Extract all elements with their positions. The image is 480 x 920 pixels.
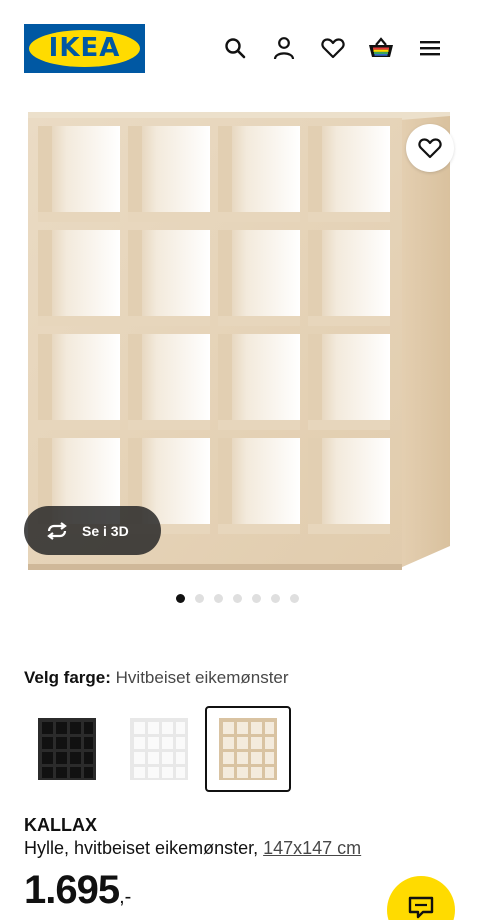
pagination-dot[interactable] (252, 594, 261, 603)
view-in-3d-label: Se i 3D (82, 522, 129, 539)
shelf-cell-floor (38, 316, 120, 326)
heart-icon[interactable] (317, 32, 349, 64)
view-in-3d-button[interactable]: Se i 3D (24, 506, 161, 555)
shelf-cell-floor (38, 420, 120, 430)
shelf-cell-floor (128, 316, 210, 326)
shelf-cell-wall (218, 438, 232, 534)
rotate-3d-icon (47, 521, 67, 540)
shelf-cell-wall (38, 230, 52, 326)
shelf-cell-floor (128, 420, 210, 430)
ikea-logo[interactable]: IKEA (24, 24, 145, 73)
product-description: Hylle, hvitbeiset eikemønster, 147x147 c… (24, 838, 361, 859)
shelf-cell-wall (308, 230, 322, 326)
product-price: 1.695,- (24, 868, 131, 913)
pagination-dot[interactable] (195, 594, 204, 603)
shelf-cell-wall (128, 230, 142, 326)
color-label: Velg farge: (24, 668, 111, 687)
shelf-cell-wall (38, 126, 52, 222)
pagination-dot[interactable] (214, 594, 223, 603)
chat-icon (408, 896, 434, 919)
add-to-favorites-button[interactable] (406, 124, 454, 172)
color-selector-label: Velg farge: Hvitbeiset eikemønster (24, 668, 289, 688)
shelf-cell-wall (38, 334, 52, 430)
pagination-dot[interactable] (271, 594, 280, 603)
user-icon[interactable] (268, 32, 300, 64)
header: IKEA (0, 0, 480, 96)
product-type: Hylle, hvitbeiset eikemønster, (24, 838, 259, 858)
shelf-cell-floor (308, 524, 390, 534)
shelf-cell-wall (308, 126, 322, 222)
basket-icon[interactable] (365, 32, 397, 64)
pagination-dot[interactable] (290, 594, 299, 603)
shelf-cell-floor (128, 212, 210, 222)
shelf-cell-floor (218, 316, 300, 326)
pagination-dot[interactable] (233, 594, 242, 603)
product-gallery[interactable]: Se i 3D (0, 96, 480, 586)
color-value: Hvitbeiset eikemønster (115, 668, 289, 687)
shelf-cell-wall (128, 334, 142, 430)
price-main: 1.695 (24, 868, 120, 912)
pagination-dot[interactable] (176, 594, 185, 603)
shelf-cell-wall (128, 126, 142, 222)
gallery-pagination (176, 594, 299, 604)
swatch-white-stained-oak[interactable] (205, 706, 291, 792)
shelf-cell-floor (38, 212, 120, 222)
shelf-cell-wall (308, 438, 322, 534)
heart-outline-icon (418, 138, 442, 159)
search-icon[interactable] (219, 32, 251, 64)
shelf-cell-floor (308, 212, 390, 222)
shelf-cell-floor (218, 420, 300, 430)
logo-wordmark: IKEA (48, 33, 121, 63)
shelf-cell-wall (218, 230, 232, 326)
menu-icon[interactable] (414, 32, 446, 64)
swatch-black-brown[interactable] (24, 706, 110, 792)
chat-button[interactable] (387, 876, 455, 920)
shelf-cell-floor (218, 524, 300, 534)
shelf-cell-wall (218, 126, 232, 222)
shelf-cell-wall (218, 334, 232, 430)
shelf-cell-floor (308, 316, 390, 326)
product-name: KALLAX (24, 815, 97, 835)
shelf-cell-floor (218, 212, 300, 222)
shelf-cell-wall (308, 334, 322, 430)
swatch-white[interactable] (116, 706, 202, 792)
shelf-cell-floor (308, 420, 390, 430)
product-size-link[interactable]: 147x147 cm (263, 838, 361, 858)
price-decimal: ,- (119, 886, 132, 908)
